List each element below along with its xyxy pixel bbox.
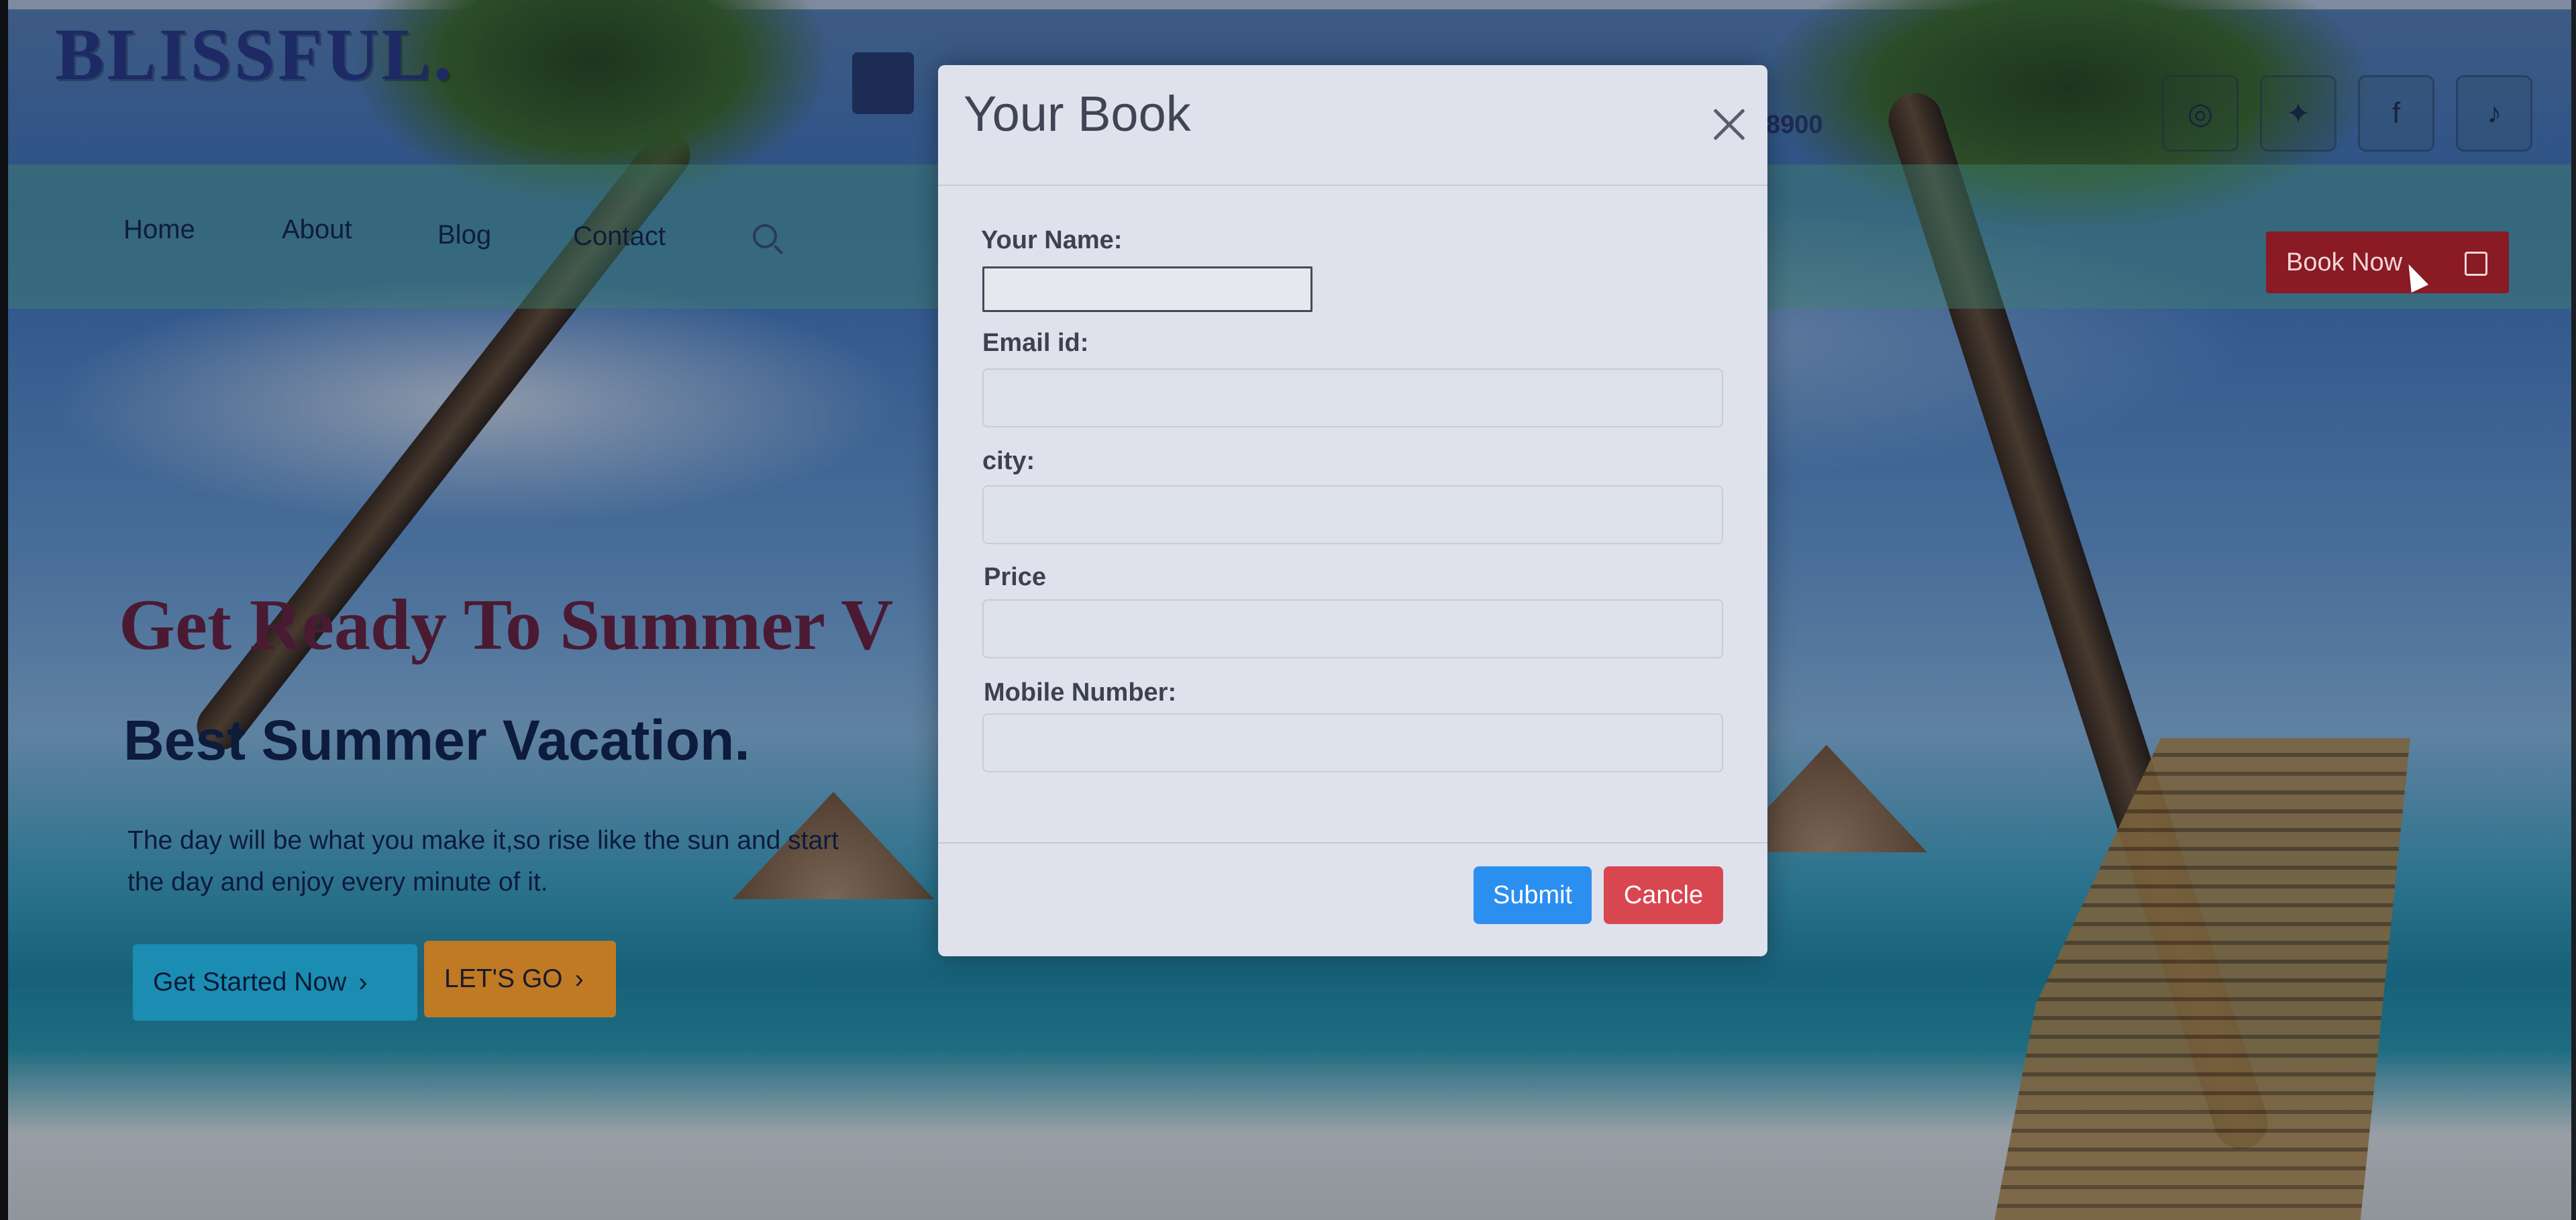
get-started-label: Get Started Now [153,968,347,997]
city-label: city: [982,447,1035,475]
nav-home[interactable]: Home [123,215,195,245]
modal-title: Your Book [964,86,1191,142]
price-label: Price [984,563,1046,591]
modal-footer-divider [938,842,1767,844]
get-started-button[interactable]: Get Started Now › [133,944,417,1021]
hero-title: Get Ready To Summer V [119,585,894,665]
website-background: BLISSFUL. 8900 ◎ ✦ f ♪ Home About Blog C… [8,0,2571,1220]
booking-modal: Your Book Your Name: Email id: city: Pri… [938,65,1767,956]
name-label: Your Name: [981,226,1123,254]
mobile-field[interactable] [982,713,1723,772]
screen-bezel [0,0,8,1220]
modal-header: Your Book [938,65,1767,186]
nav-contact[interactable]: Contact [573,221,666,252]
book-now-label: Book Now [2286,248,2403,276]
mobile-label: Mobile Number: [984,678,1177,707]
calendar-icon [852,52,914,114]
chevron-right-icon: › [358,967,368,997]
nav-blog[interactable]: Blog [437,220,491,250]
lets-go-label: LET'S GO [444,964,563,993]
bell-icon[interactable]: ♪ [2456,75,2532,152]
brand-logo[interactable]: BLISSFUL. [55,12,454,97]
book-now-button[interactable]: Book Now [2266,232,2509,293]
submit-button[interactable]: Submit [1474,866,1592,924]
phone-number: 8900 [1766,111,1823,139]
twitter-icon[interactable]: ✦ [2260,75,2336,152]
search-icon[interactable] [753,224,777,248]
hero-subtitle: Best Summer Vacation. [123,709,750,772]
hero-description: The day will be what you make it,so rise… [127,826,839,897]
facebook-icon[interactable]: f [2358,75,2434,152]
city-field[interactable] [982,485,1723,544]
cancel-button[interactable]: Cancle [1604,866,1723,924]
lets-go-button[interactable]: LET'S GO › [424,941,616,1017]
price-field[interactable] [982,599,1723,658]
nav-about[interactable]: About [282,215,352,245]
chevron-right-icon: › [574,964,584,994]
close-icon[interactable] [1711,107,1747,143]
instagram-icon[interactable]: ◎ [2162,75,2238,152]
email-label: Email id: [982,329,1089,357]
email-field[interactable] [982,368,1723,427]
name-field[interactable] [982,266,1312,312]
sign-in-icon [2465,252,2487,276]
